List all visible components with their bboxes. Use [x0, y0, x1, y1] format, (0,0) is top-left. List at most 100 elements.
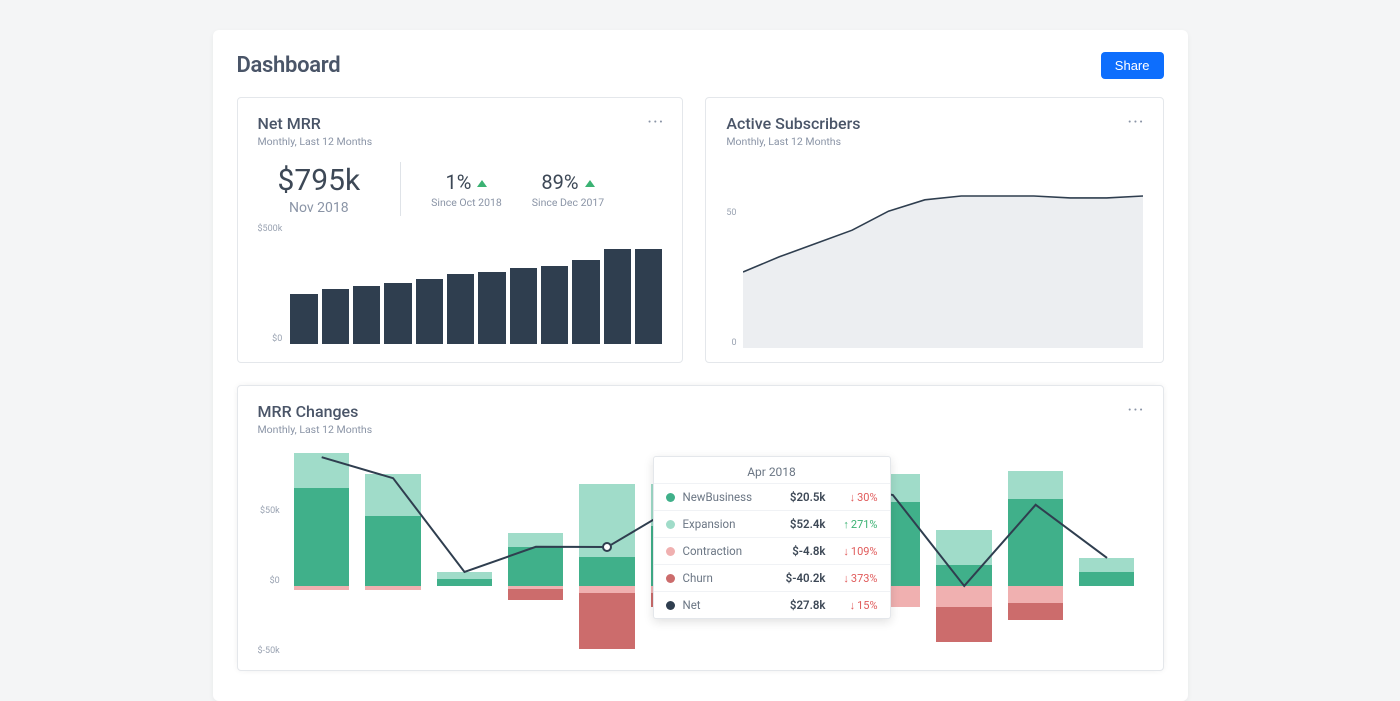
stacked-bar[interactable] [361, 446, 424, 656]
area-svg [743, 158, 1143, 348]
chart-marker [602, 542, 612, 552]
bar-segment [1008, 603, 1063, 620]
bar[interactable] [541, 266, 568, 344]
tooltip-series-name: Churn [683, 571, 766, 585]
tooltip-series-name: NewBusiness [683, 490, 766, 504]
bar-segment [1079, 572, 1134, 586]
bar-segment [1008, 586, 1063, 603]
divider [400, 162, 401, 216]
tooltip-series-name: Contraction [683, 544, 766, 558]
bar-segment [294, 586, 349, 590]
bar[interactable] [290, 294, 317, 344]
tooltip-value: $52.4k [766, 517, 826, 531]
panel-grid: ··· Net MRR Monthly, Last 12 Months $795… [237, 97, 1164, 671]
bar-segment [936, 530, 991, 565]
bar-segment [508, 533, 563, 547]
tooltip-row: NewBusiness$20.5k30% [654, 483, 890, 510]
bar[interactable] [604, 249, 631, 344]
bar[interactable] [322, 289, 349, 344]
axis-tick: 0 [726, 338, 736, 348]
bar[interactable] [478, 272, 505, 344]
mrr-stats-row: $795k Nov 2018 1% Since Oct 2018 89% Sin… [258, 162, 663, 216]
tooltip-pct: 30% [826, 491, 878, 504]
header-row: Dashboard Share [237, 52, 1164, 79]
axis-tick: 50 [726, 208, 736, 218]
panel-title: MRR Changes [258, 402, 1143, 421]
panel-menu-icon[interactable]: ··· [1127, 114, 1144, 132]
share-button[interactable]: Share [1101, 52, 1164, 79]
bar[interactable] [416, 279, 443, 344]
mrr-change-month: 1% Since Oct 2018 [431, 170, 502, 209]
panel-mrr-changes: ··· MRR Changes Monthly, Last 12 Months … [237, 385, 1164, 671]
mrr-changes-chart: $50k $0 $-50k Apr 2018 NewBusiness$20.5k… [258, 446, 1143, 656]
bar-segment [508, 589, 563, 600]
axis-tick: $500k [258, 224, 283, 234]
tooltip-pct: 373% [826, 572, 878, 585]
chart-tooltip: Apr 2018 NewBusiness$20.5k30% Expansion$5… [653, 456, 891, 619]
legend-dot [666, 493, 675, 502]
stat2-value: 89% [541, 170, 578, 194]
bar-segment [936, 565, 991, 586]
stat1-value: 1% [446, 170, 472, 194]
tooltip-value: $20.5k [766, 490, 826, 504]
caret-up-icon [585, 180, 595, 187]
tooltip-series-name: Net [683, 598, 766, 612]
panel-subtitle: Monthly, Last 12 Months [726, 135, 1142, 148]
axis-tick: $-50k [258, 646, 280, 656]
panel-menu-icon[interactable]: ··· [1127, 402, 1144, 420]
stacked-bar[interactable] [1075, 446, 1138, 656]
bar-segment [936, 607, 991, 642]
panel-title: Active Subscribers [726, 114, 1142, 133]
subscribers-area-chart: 50 0 [726, 158, 1142, 348]
tooltip-value: $27.8k [766, 598, 826, 612]
stacked-bar[interactable] [433, 446, 496, 656]
tooltip-row: Net$27.8k15% [654, 591, 890, 618]
bar-segment [936, 586, 991, 607]
bar-segment [1008, 499, 1063, 586]
stacked-bar[interactable] [932, 446, 995, 656]
tooltip-pct: 271% [826, 518, 878, 531]
bar-segment [365, 474, 420, 516]
panel-subscribers: ··· Active Subscribers Monthly, Last 12 … [705, 97, 1163, 363]
bar-segment [579, 557, 634, 586]
legend-dot [666, 520, 675, 529]
panel-subtitle: Monthly, Last 12 Months [258, 135, 663, 148]
axis-tick: $0 [258, 334, 283, 344]
stacked-bar[interactable] [290, 446, 353, 656]
bar-segment [294, 488, 349, 586]
dashboard-card: Dashboard Share ··· Net MRR Monthly, Las… [213, 30, 1188, 701]
bar[interactable] [353, 286, 380, 344]
bar-segment [437, 572, 492, 579]
axis-tick: $50k [258, 506, 280, 516]
bar[interactable] [572, 260, 599, 344]
bar-segment [579, 586, 634, 593]
bar-segment [508, 547, 563, 586]
stacked-bar[interactable] [504, 446, 567, 656]
panel-menu-icon[interactable]: ··· [647, 114, 664, 132]
panel-net-mrr: ··· Net MRR Monthly, Last 12 Months $795… [237, 97, 684, 363]
stacked-bar[interactable] [1004, 446, 1067, 656]
tooltip-series-name: Expansion [683, 517, 766, 531]
legend-dot [666, 574, 675, 583]
bar[interactable] [510, 268, 537, 344]
bar-segment [365, 516, 420, 586]
stat1-label: Since Oct 2018 [431, 196, 502, 209]
bar-segment [437, 579, 492, 586]
page-title: Dashboard [237, 53, 341, 78]
tooltip-title: Apr 2018 [654, 457, 890, 483]
stat2-label: Since Dec 2017 [532, 196, 604, 209]
bar-segment [579, 593, 634, 649]
mrr-change-year: 89% Since Dec 2017 [532, 170, 604, 209]
bar[interactable] [384, 283, 411, 344]
tooltip-value: $-4.8k [766, 544, 826, 558]
axis-tick: $0 [258, 576, 280, 586]
bar-segment [1008, 471, 1063, 499]
bar-segment [294, 453, 349, 488]
bar[interactable] [447, 274, 474, 344]
tooltip-row: Contraction$-4.8k109% [654, 537, 890, 564]
mrr-period: Nov 2018 [278, 200, 361, 216]
bar[interactable] [635, 249, 662, 344]
legend-dot [666, 547, 675, 556]
caret-up-icon [477, 180, 487, 187]
mrr-bar-chart: $500k $0 [258, 224, 663, 344]
